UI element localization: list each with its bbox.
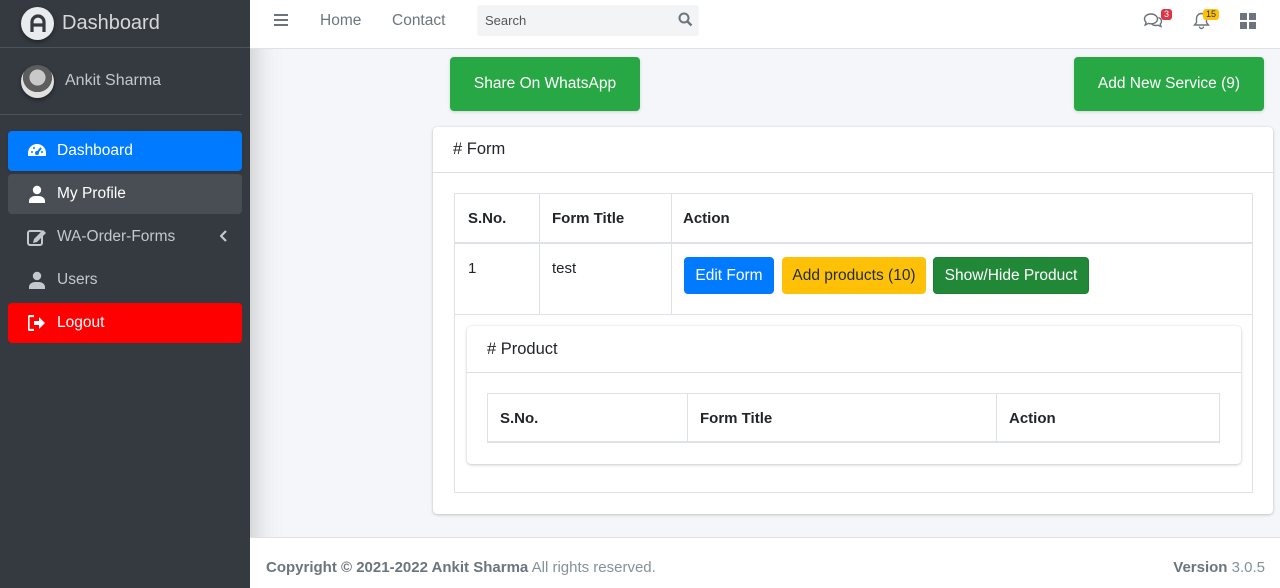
sidebar-item-label: WA-Order-Forms	[57, 228, 176, 245]
brand-title: Dashboard	[62, 12, 160, 34]
avatar	[21, 64, 54, 98]
sidebar-item-label: Users	[57, 271, 98, 288]
sidebar-item-my-profile[interactable]: My Profile	[8, 174, 242, 214]
chevron-left-icon	[219, 229, 228, 247]
version-number: 3.0.5	[1227, 559, 1265, 576]
product-table: S.No. Form Title Action	[487, 393, 1220, 443]
user-name: Ankit Sharma	[65, 72, 162, 89]
edit-icon	[27, 227, 47, 247]
user-icon	[27, 270, 47, 290]
column-header-action: Action	[683, 210, 730, 227]
footer-copyright: Copyright © 2021-2022 Ankit Sharma All r…	[266, 559, 656, 576]
table-row: 1 test Edit Form Add products (10) Show/…	[455, 244, 1252, 315]
product-card-title: # Product	[467, 326, 1241, 373]
sidebar-item-wa-order-forms[interactable]: WA-Order-Forms	[8, 217, 242, 257]
tachometer-icon	[27, 141, 47, 161]
column-divider	[996, 394, 997, 442]
column-divider	[539, 244, 540, 315]
brand-link[interactable]: Dashboard	[0, 0, 250, 48]
form-card-title: # Form	[433, 127, 1273, 173]
sign-out-icon	[27, 313, 47, 333]
rights-text: All rights reserved.	[528, 559, 656, 576]
product-card: # Product S.No. Form Title Action	[467, 326, 1241, 464]
apps-grid-icon[interactable]	[1240, 13, 1256, 34]
user-icon	[27, 184, 47, 204]
search-form	[477, 5, 699, 36]
column-header-form-title: Form Title	[700, 410, 773, 427]
footer: Copyright © 2021-2022 Ankit Sharma All r…	[250, 537, 1280, 588]
footer-version: Version 3.0.5	[1173, 559, 1265, 576]
version-label: Version	[1173, 559, 1228, 576]
nav-link-home[interactable]: Home	[320, 12, 361, 30]
column-divider	[539, 194, 540, 244]
form-table-header: S.No. Form Title Action	[455, 194, 1252, 244]
notifications-badge: 15	[1203, 9, 1220, 20]
sidebar-item-label: Logout	[57, 314, 105, 331]
messages-icon[interactable]	[1143, 12, 1163, 34]
column-divider	[687, 394, 688, 442]
add-products-button[interactable]: Add products (10)	[782, 257, 926, 294]
hamburger-menu-icon[interactable]	[274, 13, 288, 32]
row-sno: 1	[468, 260, 477, 277]
user-panel[interactable]: Ankit Sharma	[0, 48, 242, 115]
messages-badge: 3	[1161, 9, 1173, 20]
copyright-text: Copyright © 2021-2022 Ankit Sharma	[266, 559, 529, 576]
sidebar-item-label: My Profile	[57, 185, 126, 202]
column-header-sno: S.No.	[468, 210, 507, 227]
row-form-title: test	[552, 260, 577, 277]
search-input[interactable]	[477, 5, 657, 36]
sidebar: Dashboard Ankit Sharma Dashboard My Prof…	[0, 0, 250, 588]
column-divider	[671, 244, 672, 315]
column-header-form-title: Form Title	[552, 210, 625, 227]
show-hide-product-button[interactable]: Show/Hide Product	[933, 257, 1089, 294]
column-header-sno: S.No.	[500, 410, 539, 427]
edit-form-button[interactable]: Edit Form	[684, 257, 774, 294]
column-header-action: Action	[1009, 410, 1056, 427]
sidebar-nav: Dashboard My Profile WA-Order-Forms User…	[0, 115, 250, 343]
nav-link-contact[interactable]: Contact	[392, 12, 445, 30]
sidebar-item-logout[interactable]: Logout	[8, 303, 242, 343]
share-on-whatsapp-button[interactable]: Share On WhatsApp	[450, 57, 640, 111]
column-divider	[671, 194, 672, 244]
sidebar-item-dashboard[interactable]: Dashboard	[8, 131, 242, 171]
brand-logo-icon	[21, 7, 54, 40]
add-new-service-button[interactable]: Add New Service (9)	[1074, 57, 1264, 111]
top-navbar: Home Contact 3 15	[250, 0, 1280, 49]
sidebar-item-users[interactable]: Users	[8, 260, 242, 300]
sidebar-item-label: Dashboard	[57, 142, 133, 159]
search-icon[interactable]	[678, 12, 693, 32]
